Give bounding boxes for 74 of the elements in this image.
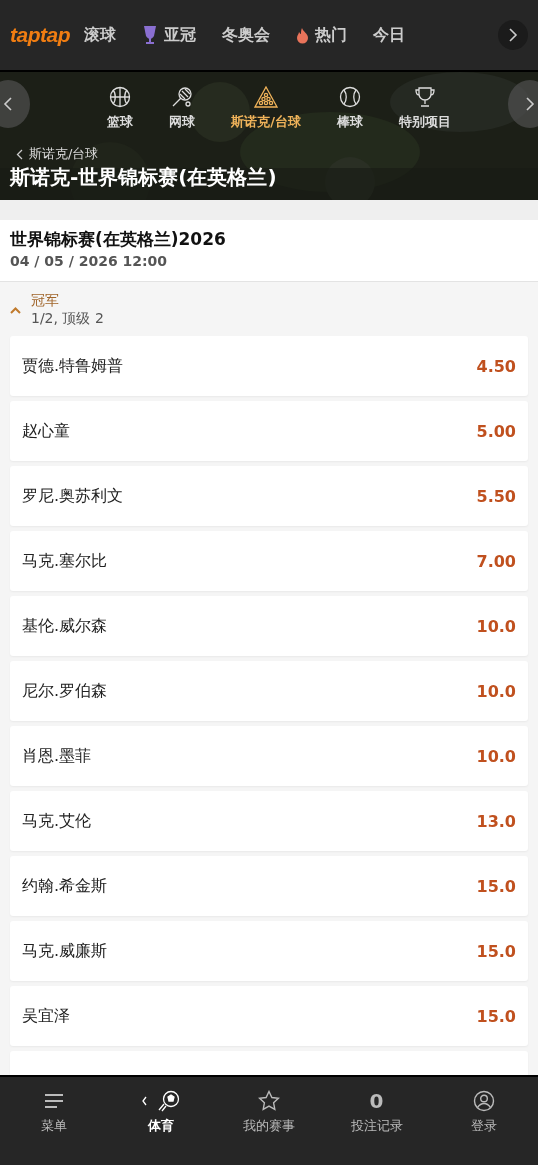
star-icon [258, 1090, 280, 1112]
chevron-left-icon [3, 96, 13, 112]
nav-tab[interactable]: 滚球 [84, 24, 116, 46]
odds-value: 15.0 [476, 941, 516, 961]
bottom-nav-item[interactable]: 登录 [430, 1089, 538, 1135]
bottom-nav-item[interactable]: 菜单 [0, 1089, 108, 1135]
menu-icon [43, 1093, 64, 1109]
selection-name: 尼尔.罗伯森 [22, 680, 108, 702]
baseball-icon [338, 86, 361, 108]
logo[interactable]: taptap [10, 23, 70, 47]
odds-value: 5.50 [476, 486, 516, 506]
chevron-right-icon [525, 96, 535, 112]
selection-row[interactable]: 贾德.特鲁姆普 4.50 [10, 336, 528, 396]
basketball-icon [109, 86, 132, 108]
selection-name: 约翰.希金斯 [22, 875, 108, 897]
event-title: 世界锦标赛(在英格兰)2026 [10, 228, 227, 251]
nav-tab[interactable]: 今日 [373, 24, 405, 46]
bottom-nav-item[interactable]: 体育 [107, 1089, 216, 1135]
trophy-icon [142, 25, 158, 45]
odds-value: 5.00 [476, 421, 516, 441]
bottom-nav-item[interactable]: 我的赛事 [215, 1089, 323, 1135]
odds-value: 15.0 [476, 876, 516, 896]
trophy-icon [413, 86, 436, 108]
sport-tab[interactable]: 篮球 [107, 86, 134, 144]
market-terms: 1/2, 顶级 2 [31, 310, 104, 328]
selection-name: 基伦.威尔森 [22, 615, 108, 637]
selection-row[interactable]: 罗尼.奥苏利文 5.50 [10, 466, 528, 526]
page-title: 斯诺克-世界锦标赛(在英格兰) [8, 164, 278, 191]
selection-row[interactable]: 基伦.威尔森 10.0 [10, 596, 528, 656]
selection-name: 马克.艾伦 [22, 810, 92, 832]
back-icon [16, 148, 23, 160]
market-header[interactable]: 冠军 1/2, 顶级 2 [0, 281, 538, 336]
selection-row[interactable]: 马克.威廉斯 15.0 [10, 921, 528, 981]
sport-tab[interactable]: 网球 [169, 86, 196, 144]
odds-value: 15.0 [476, 1006, 516, 1026]
selection-row[interactable]: 马克.艾伦 13.0 [10, 791, 528, 851]
bottom-nav-item[interactable]: 0 投注记录 [322, 1089, 431, 1135]
selection-name: 罗尼.奥苏利文 [22, 485, 124, 507]
odds-value: 13.0 [476, 811, 516, 831]
selection-row[interactable]: 吴宜泽 15.0 [10, 986, 528, 1046]
bet-count: 0 [369, 1089, 384, 1113]
soccer-ball-icon [142, 1090, 181, 1112]
tennis-racket-icon [171, 86, 194, 108]
user-icon [473, 1090, 496, 1112]
selection-row[interactable]: 马克.塞尔比 7.00 [10, 531, 528, 591]
flame-icon [296, 26, 309, 44]
odds-value: 10.0 [476, 616, 516, 636]
sport-tab[interactable]: 特别项目 [398, 86, 451, 144]
chevron-icon [10, 306, 21, 314]
selection-name: 赵心童 [22, 420, 70, 442]
ball-rack-icon [254, 86, 278, 108]
odds-value: 10.0 [476, 746, 516, 766]
selection-row[interactable]: 约翰.希金斯 15.0 [10, 856, 528, 916]
breadcrumb-link[interactable]: 斯诺克/台球 [0, 144, 99, 164]
selection-name: 马克.塞尔比 [22, 550, 108, 572]
selection-name: 贾德.特鲁姆普 [22, 355, 124, 377]
sport-tab[interactable]: 斯诺克/台球 [231, 86, 301, 144]
selection-row[interactable]: 尼尔.罗伯森 10.0 [10, 661, 528, 721]
selection-row[interactable]: 肖恩.墨菲 10.0 [10, 726, 528, 786]
selection-name: 马克.威廉斯 [22, 940, 108, 962]
odds-value: 10.0 [476, 681, 516, 701]
odds-value: 4.50 [476, 356, 516, 376]
nav-tab[interactable]: 亚冠 [142, 24, 196, 46]
scroll-right-button[interactable] [498, 20, 528, 50]
event-date: 04 / 05 / 2026 12:00 [10, 253, 169, 269]
selection-name: 肖恩.墨菲 [22, 745, 92, 767]
nav-tab[interactable]: 热门 [296, 24, 347, 46]
odds-value: 7.00 [476, 551, 516, 571]
market-name: 冠军 [31, 292, 60, 310]
chevron-right-icon [508, 27, 518, 43]
nav-tab[interactable]: 冬奥会 [222, 24, 270, 46]
selection-row[interactable]: 赵心童 5.00 [10, 401, 528, 461]
selection-name: 吴宜泽 [22, 1005, 70, 1027]
sport-tab[interactable]: 棒球 [336, 86, 363, 144]
